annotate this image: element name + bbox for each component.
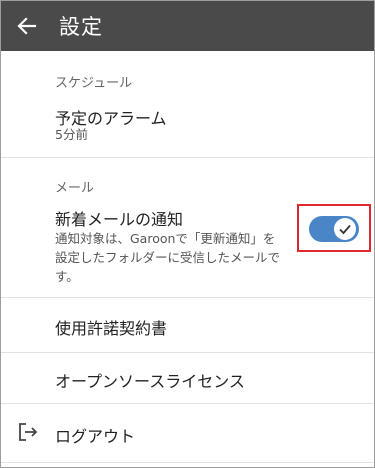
- section-header-schedule: スケジュール: [55, 76, 133, 91]
- section-header-mail: メール: [55, 181, 95, 196]
- mail-notify-toggle[interactable]: [309, 216, 359, 242]
- divider: [1, 157, 374, 158]
- settings-screen: 設定 スケジュール 予定のアラーム 5分前 メール 新着メールの通知 通知対象は…: [0, 0, 375, 468]
- toggle-highlight-box: [297, 204, 371, 252]
- mail-notify-title: 新着メールの通知: [55, 210, 184, 229]
- mail-notify-desc-line2: 設定したフォルダーに受信したメールで: [55, 250, 281, 265]
- check-icon: [339, 224, 351, 235]
- logout-label: ログアウト: [55, 427, 136, 446]
- toggle-knob: [334, 218, 356, 240]
- arrow-left-icon: [17, 17, 37, 35]
- license-agreement-label: 使用許諾契約書: [55, 319, 168, 338]
- alarm-setting-value: 5分前: [55, 127, 88, 142]
- back-button[interactable]: [5, 1, 49, 51]
- app-bar: 設定: [1, 1, 374, 51]
- logout-icon: [19, 423, 38, 441]
- mail-notify-desc-line3: す。: [55, 269, 79, 284]
- page-title: 設定: [59, 15, 103, 39]
- mail-notify-desc-line1: 通知対象は、Garoonで「更新通知」を: [55, 231, 276, 246]
- divider: [1, 462, 374, 463]
- open-source-license-label: オープンソースライセンス: [55, 372, 245, 391]
